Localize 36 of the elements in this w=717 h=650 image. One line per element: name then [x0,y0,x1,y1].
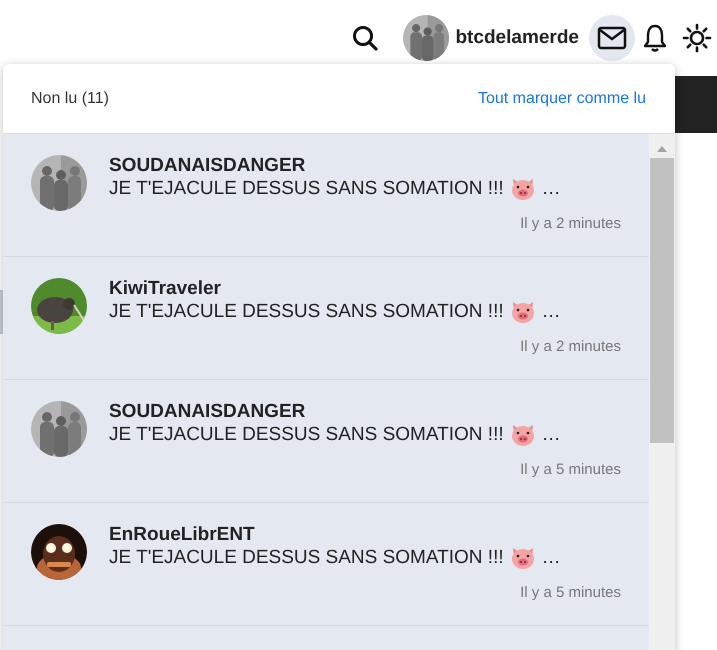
ellipsis: … [542,301,561,323]
header-bar-background [675,76,717,133]
ellipsis: … [542,178,561,200]
message-preview: JE T'EJACULE DESSUS SANS SOMATION !!! [109,424,504,446]
ellipsis: … [542,547,561,569]
message-preview: JE T'EJACULE DESSUS SANS SOMATION !!! [109,547,504,569]
timestamp: Il y a 5 minutes [520,461,621,478]
pig-face-icon [510,546,536,570]
search-icon[interactable] [351,24,380,52]
pig-face-icon [510,177,536,201]
timestamp: Il y a 5 minutes [520,584,621,601]
author-name: SOUDANAISDANGER [109,155,306,177]
notification-item[interactable]: SOUDANAISDANGER JE T'EJACULE DESSUS SANS SOMATION !!! … Il y a 2 minutes [3,134,649,257]
ellipsis: … [542,424,561,446]
author-name: KiwiTraveler [109,278,222,300]
timestamp: Il y a 2 minutes [520,215,621,232]
scrollbar[interactable] [649,134,675,650]
mail-button[interactable] [589,15,635,61]
message-preview: JE T'EJACULE DESSUS SANS SOMATION !!! [109,301,504,323]
dropdown-title: Non lu (11) [31,90,109,108]
sun-icon[interactable] [681,22,713,54]
notification-item[interactable]: SOUDANAISDANGER JE T'EJACULE DESSUS SANS SOMATION !!! … Il y a 5 minutes [3,380,649,503]
message-preview: JE T'EJACULE DESSUS SANS SOMATION !!! [109,178,504,200]
notification-item[interactable]: EnRoueLibrENT JE T'EJACULE DESSUS SANS SOMATION !!! … Il y a 5 minutes [3,503,649,626]
notification-item[interactable]: KiwiTraveler JE T'EJACULE DESSUS SANS SOMATION !!! … Il y a 2 minutes [3,257,649,380]
pig-face-icon [510,300,536,324]
username[interactable]: btcdelamerde [455,27,579,49]
scrollbar-thumb[interactable] [650,158,674,443]
bell-icon[interactable] [643,23,667,53]
mark-all-read-link[interactable]: Tout marquer comme lu [478,90,646,108]
author-name: EnRoueLibrENT [109,524,256,546]
pig-face-icon [510,423,536,447]
mail-icon [597,26,627,50]
author-name: SOUDANAISDANGER [109,401,306,423]
page-background-strip [0,290,3,334]
timestamp: Il y a 2 minutes [520,338,621,355]
